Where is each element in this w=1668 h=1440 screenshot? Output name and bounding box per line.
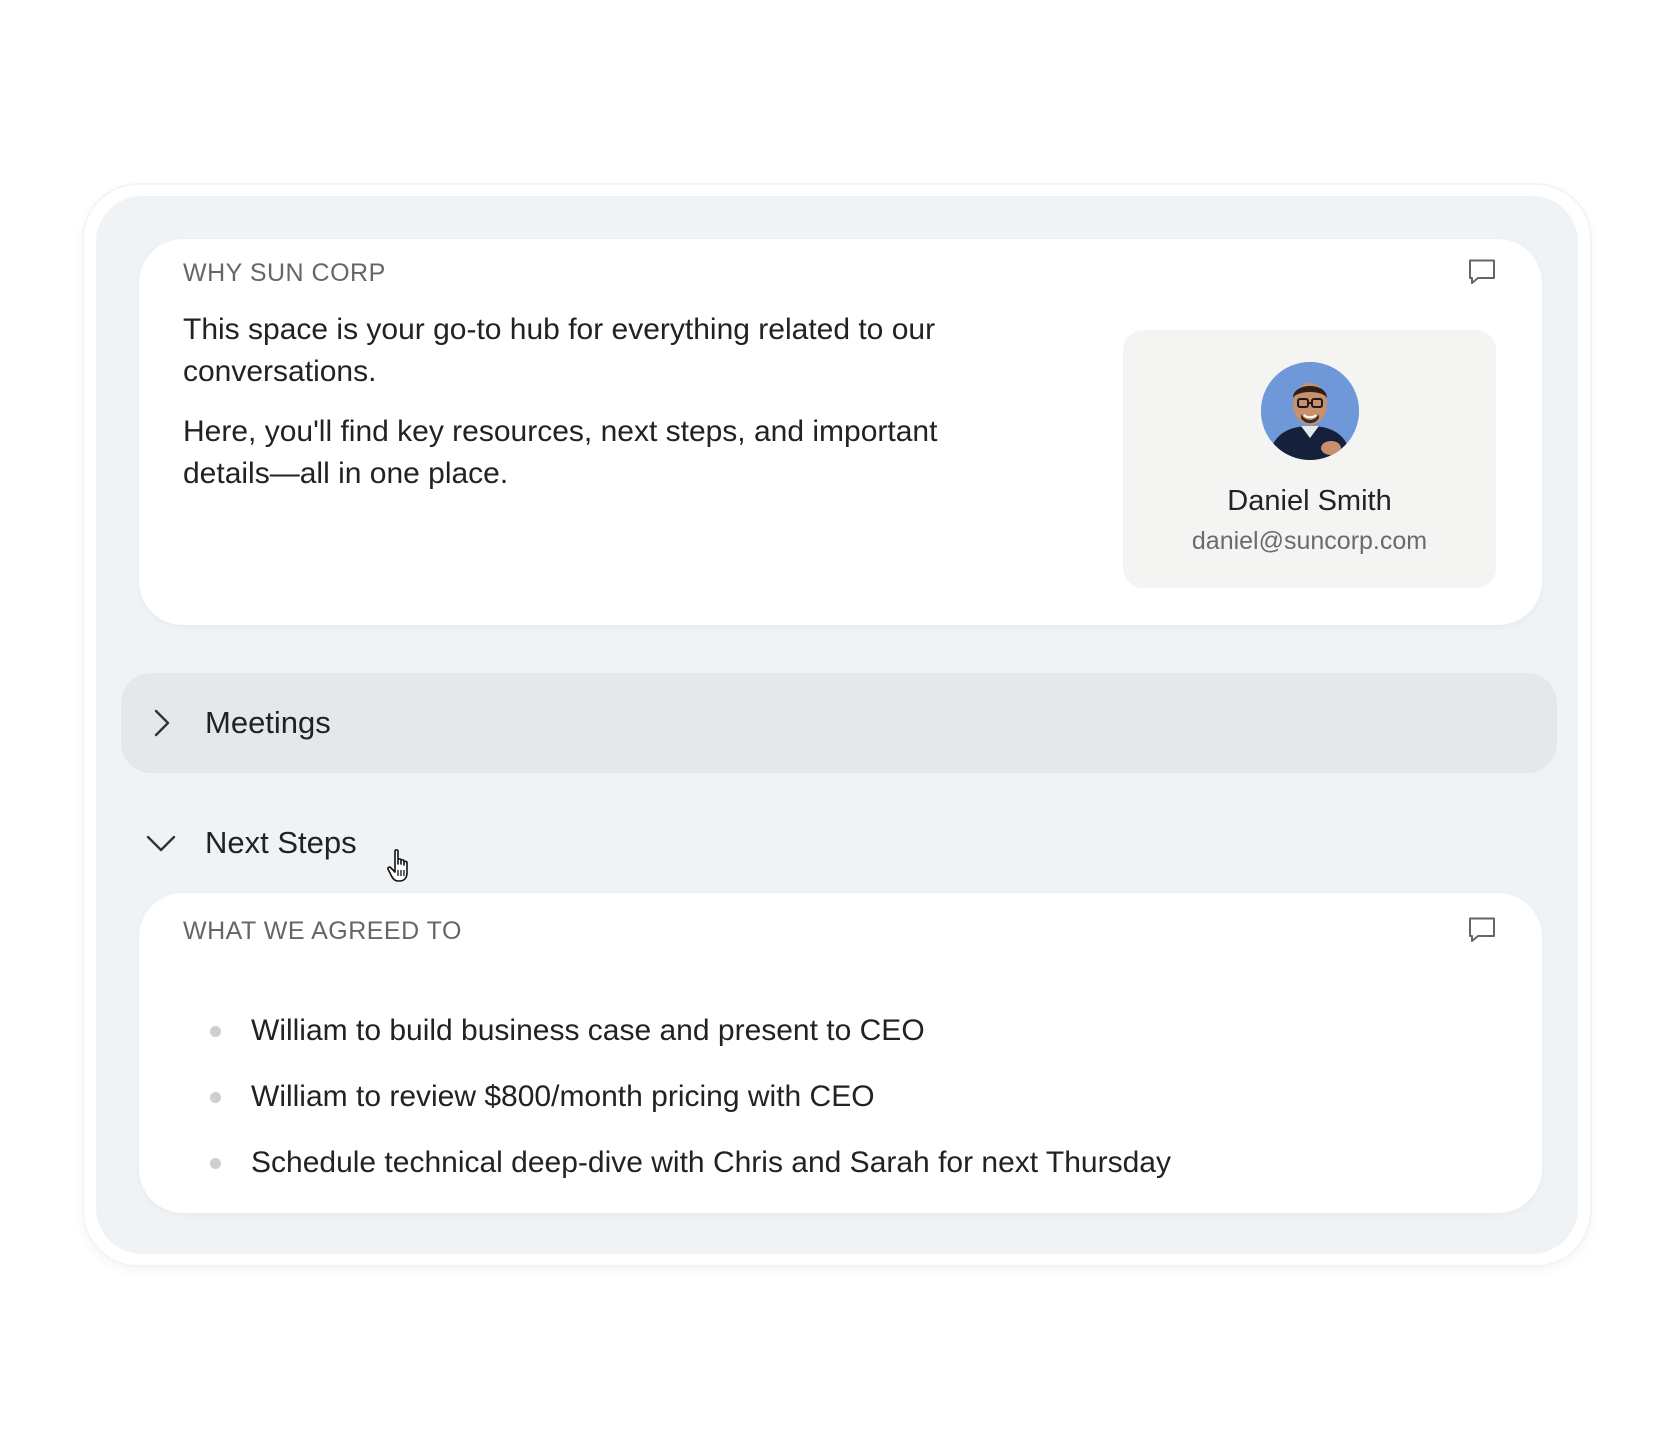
bullet-dot [210, 1025, 221, 1037]
details-paragraph: Here, you'll find key resources, next st… [183, 415, 938, 490]
contact-email[interactable]: daniel@suncorp.com [1123, 527, 1496, 556]
comment-icon[interactable] [1466, 913, 1498, 945]
list-item: William to review $800/month pricing wit… [139, 1064, 1542, 1130]
intro-paragraph: This space is your go-to hub for everyth… [183, 313, 936, 388]
bullet-dot [210, 1091, 221, 1103]
agreed-items-list: William to build business case and prese… [139, 998, 1542, 1196]
avatar-photo-icon [1261, 362, 1359, 460]
list-item: William to build business case and prese… [139, 998, 1542, 1064]
bullet-dot [210, 1157, 221, 1169]
list-item: Schedule technical deep-dive with Chris … [139, 1130, 1542, 1196]
chevron-right-icon [154, 709, 170, 737]
agreed-item-text: Schedule technical deep-dive with Chris … [251, 1146, 1171, 1179]
chevron-down-icon [146, 835, 176, 852]
agreed-item-text: William to review $800/month pricing wit… [251, 1080, 875, 1113]
comment-icon[interactable] [1466, 255, 1498, 287]
agreed-item-text: William to build business case and prese… [251, 1014, 925, 1047]
contact-card[interactable]: Daniel Smith daniel@suncorp.com [1123, 330, 1496, 588]
what-we-agreed-card: WHAT WE AGREED TO William to build busin… [139, 893, 1542, 1213]
avatar [1261, 362, 1359, 460]
accordion-meetings[interactable]: Meetings [121, 673, 1557, 773]
accordion-label-meetings: Meetings [205, 705, 331, 740]
accordion-label-next-steps: Next Steps [205, 825, 357, 860]
contact-name: Daniel Smith [1227, 485, 1392, 517]
section-label-agreed: WHAT WE AGREED TO [183, 917, 462, 945]
accordion-next-steps[interactable]: Next Steps [121, 793, 1557, 893]
why-sun-corp-card: WHY SUN CORP This space is your go-to hu… [139, 239, 1542, 625]
hand-pointer-icon [387, 849, 408, 882]
section-label-why: WHY SUN CORP [183, 259, 386, 287]
